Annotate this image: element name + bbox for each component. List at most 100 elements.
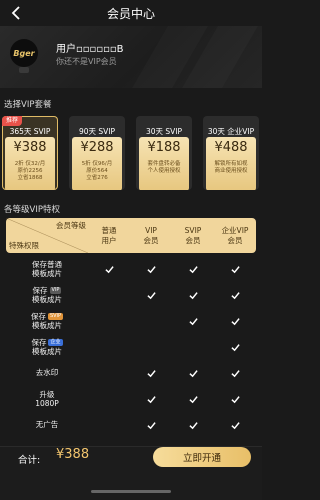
check-icon	[188, 421, 198, 429]
recommend-badge: 推荐	[2, 116, 23, 126]
table-header: 特殊权限 会员等级 普通 用户 VIP 会员 SVIP 会员 企业VIP 会员	[6, 218, 256, 253]
avatar-logo-text: Bger	[13, 48, 35, 58]
check-cell	[214, 360, 256, 386]
check-cell	[88, 256, 130, 282]
check-icon	[146, 421, 156, 429]
avatar[interactable]: Bger	[10, 39, 38, 67]
check-cell	[214, 334, 256, 360]
feature-label: 升级	[39, 389, 55, 399]
package-title: 365天 SVIP	[9, 127, 51, 136]
check-cell	[88, 438, 130, 446]
check-icon	[188, 395, 198, 403]
check-icon	[230, 317, 240, 325]
package-detail-line: 立省276	[86, 175, 108, 181]
checkout-bar: 合计: ¥388 立即开通	[0, 446, 262, 500]
feature-label: 模板成片	[32, 269, 62, 278]
package-detail-line: 个人使用授权	[147, 168, 181, 174]
tier-tag: SVIP	[47, 313, 64, 321]
check-cell	[214, 282, 256, 308]
package-title: 90天 SVIP	[78, 127, 116, 136]
check-cell	[130, 256, 172, 282]
feature-label: 模板成片	[32, 347, 62, 356]
table-row: 同时生成	[6, 438, 256, 446]
check-icon	[188, 317, 198, 325]
check-icon	[230, 265, 240, 273]
feature-cell: 保存普通 模板成片	[6, 256, 88, 282]
feature-cell: 去水印	[6, 360, 88, 386]
feature-cell: 保存 企业 模板成片	[6, 334, 88, 360]
check-icon	[188, 369, 198, 377]
feature-cell: 保存 SVIP 模板成片	[6, 308, 88, 334]
check-icon	[230, 291, 240, 299]
check-cell	[88, 334, 130, 360]
package-title: 30天 SVIP	[145, 127, 183, 136]
check-icon	[146, 265, 156, 273]
check-cell	[88, 386, 130, 412]
app-header: 会员中心	[0, 0, 262, 26]
feature-cell: 升级 1080P	[6, 386, 88, 412]
table-row: 升级 1080P	[6, 386, 256, 412]
package-price-box: ¥388 2折 仅32/月 原价2256 立省1868	[5, 137, 55, 190]
check-icon	[146, 395, 156, 403]
back-button[interactable]	[7, 4, 25, 22]
check-cell	[172, 256, 214, 282]
package-price: ¥388	[13, 140, 47, 155]
page-title: 会员中心	[106, 6, 155, 21]
column-header: VIP 会员	[143, 226, 159, 245]
feature-label: 无广告	[35, 420, 59, 430]
check-cell	[214, 386, 256, 412]
table-row: 保存 企业 模板成片	[6, 334, 256, 360]
avatar-stand	[19, 67, 29, 73]
feature-label: 1080P	[35, 399, 59, 408]
package-price-box: ¥488 解锁所有如视 商业使用授权	[206, 137, 256, 190]
privilege-section-title: 各等级VIP特权	[4, 205, 60, 215]
feature-label: 保存 SVIP	[30, 311, 64, 321]
check-cell	[130, 308, 172, 334]
check-cell	[214, 438, 256, 446]
column-header: 普通 用户	[101, 226, 117, 245]
feature-label: 模板成片	[32, 321, 62, 330]
package-price: ¥488	[214, 140, 248, 155]
total-label: 合计:	[18, 455, 41, 466]
chevron-left-icon	[11, 6, 20, 20]
package-price: ¥188	[147, 140, 181, 155]
check-cell	[130, 438, 172, 446]
check-cell	[88, 282, 130, 308]
check-cell	[172, 360, 214, 386]
check-icon	[230, 343, 240, 351]
check-cell	[172, 282, 214, 308]
home-indicator	[91, 490, 171, 493]
feature-cell: 保存 VIP 模板成片	[6, 282, 88, 308]
total-price: ¥388	[56, 447, 90, 462]
package-detail-line: 商业使用授权	[214, 168, 248, 174]
check-cell	[88, 308, 130, 334]
check-icon	[230, 395, 240, 403]
profile-card: Bger 用户▫▫▫▫▫▫B 你还不是VIP会员	[0, 26, 262, 88]
check-cell	[172, 412, 214, 438]
feature-cell: 无广告	[6, 412, 88, 438]
package-card[interactable]: 推荐 365天 SVIP ¥388 2折 仅32/月 原价2256 立省1868	[2, 116, 58, 190]
table-row: 无广告	[6, 412, 256, 438]
check-icon	[146, 369, 156, 377]
check-cell	[130, 334, 172, 360]
package-section-title: 选择VIP套餐	[4, 100, 52, 110]
check-cell	[214, 308, 256, 334]
check-cell	[88, 412, 130, 438]
package-title: 30天 企业VIP	[207, 127, 255, 136]
check-icon	[146, 291, 156, 299]
feature-label: 保存 VIP	[32, 285, 62, 295]
table-row: 保存 SVIP 模板成片	[6, 308, 256, 334]
check-cell	[88, 360, 130, 386]
feature-label: 保存普通	[32, 259, 62, 269]
package-card[interactable]: 30天 企业VIP ¥488 解锁所有如视 商业使用授权	[203, 116, 259, 190]
column-header: SVIP 会员	[184, 226, 202, 245]
feature-label: 去水印	[35, 368, 59, 378]
tier-tag: 企业	[48, 339, 63, 347]
package-card[interactable]: 30天 SVIP ¥188 套件盘转必备 个人使用授权	[136, 116, 192, 190]
tier-tag: VIP	[49, 287, 62, 295]
feature-cell: 同时生成	[6, 438, 88, 446]
package-price-box: ¥188 套件盘转必备 个人使用授权	[139, 137, 189, 190]
package-card[interactable]: 90天 SVIP ¥288 5折 仅96/月 原价564 立省276	[69, 116, 125, 190]
check-cell	[130, 386, 172, 412]
activate-now-button[interactable]: 立即开通	[153, 447, 251, 467]
